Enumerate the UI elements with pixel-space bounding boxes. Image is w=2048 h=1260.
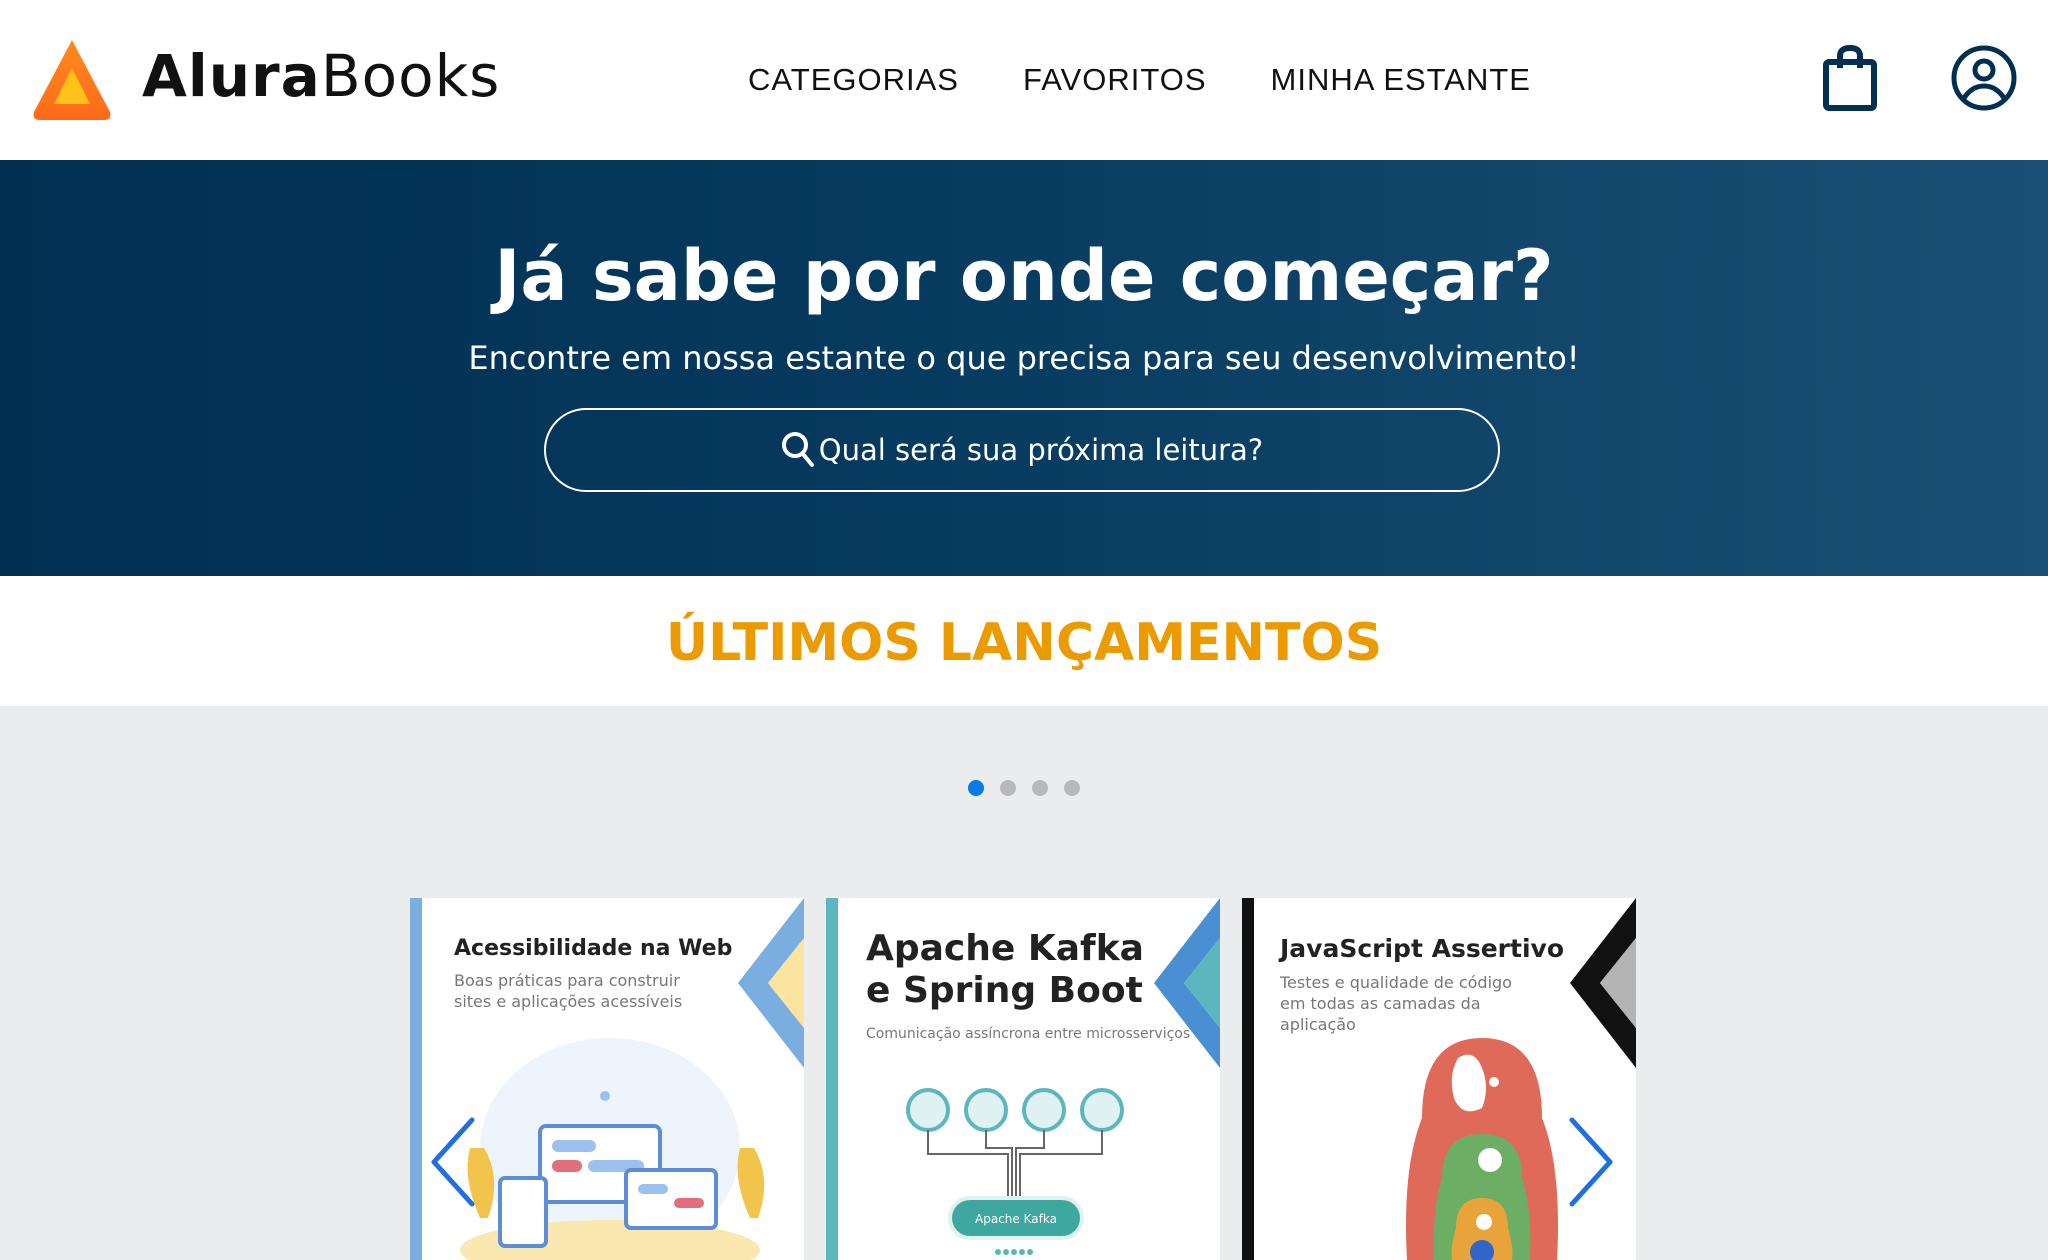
book-subtitle-line-2: em todas as camadas da aplicação — [1280, 994, 1481, 1034]
carousel-dot-1[interactable] — [968, 780, 984, 796]
book-title-line-1: Apache Kafka — [866, 928, 1144, 969]
brand-primary: Alura — [142, 42, 321, 110]
book-subtitle: Testes e qualidade de código em todas as… — [1280, 972, 1560, 1035]
search-icon — [781, 432, 814, 467]
carousel-pagination — [968, 780, 1080, 796]
book-title: JavaScript Assertivo — [1280, 934, 1564, 963]
nav-categorias[interactable]: CATEGORIAS — [748, 58, 959, 102]
book-subtitle: Comunicação assíncrona entre microsservi… — [866, 1026, 1191, 1042]
hero-banner: Já sabe por onde começar? Encontre em no… — [0, 160, 2048, 576]
brand-name[interactable]: AluraBooks — [142, 36, 500, 116]
book-title-line-2: e Spring Boot — [866, 970, 1143, 1011]
user-account-icon[interactable] — [1950, 44, 2018, 112]
search-input[interactable]: Qual será sua próxima leitura? — [544, 408, 1500, 492]
nav-minha-estante[interactable]: MINHA ESTANTE — [1271, 58, 1531, 102]
carousel-dot-3[interactable] — [1032, 780, 1048, 796]
book-subtitle-line-1: Testes e qualidade de código — [1280, 973, 1512, 992]
carousel-dot-4[interactable] — [1064, 780, 1080, 796]
accessibility-illustration — [460, 1038, 765, 1260]
hero-title: Já sabe por onde começar? — [494, 235, 1554, 317]
brand-secondary: Books — [320, 42, 501, 110]
releases-header: ÚLTIMOS LANÇAMENTOS — [0, 576, 2048, 706]
carousel-dot-2[interactable] — [1000, 780, 1016, 796]
book-subtitle: Boas práticas para construir sites e apl… — [454, 971, 683, 1011]
alurabooks-logo-icon[interactable] — [32, 38, 112, 122]
kafka-diagram-illustration: Apache Kafka — [906, 1088, 1124, 1255]
kafka-diagram-label: Apache Kafka — [975, 1212, 1057, 1226]
carousel-next-arrow-icon[interactable] — [1562, 1114, 1618, 1210]
main-nav: CATEGORIAS FAVORITOS MINHA ESTANTE — [748, 58, 1531, 102]
book-title: Apache Kafka e Spring Boot — [866, 928, 1144, 1012]
search-placeholder: Qual será sua próxima leitura? — [818, 433, 1264, 467]
book-card-kafka[interactable]: Apache Kafka e Spring Boot Comunicação a… — [826, 898, 1220, 1260]
book-carousel: Acessibilidade na Web Boas práticas para… — [0, 706, 2048, 1260]
book-spine-stripe — [1242, 898, 1254, 1260]
releases-title: ÚLTIMOS LANÇAMENTOS — [665, 613, 1383, 673]
book-spine-stripe — [410, 898, 422, 1260]
hero-subtitle: Encontre em nossa estante o que precisa … — [468, 339, 1580, 377]
book-spine-stripe — [826, 898, 838, 1260]
nav-favoritos[interactable]: FAVORITOS — [1023, 58, 1207, 102]
header: AluraBooks CATEGORIAS FAVORITOS MINHA ES… — [0, 0, 2048, 160]
book-title: Acessibilidade na Web — [454, 936, 733, 961]
cover-corner-decoration — [1570, 898, 1636, 1068]
shopping-bag-icon[interactable] — [1822, 44, 1878, 112]
carousel-prev-arrow-icon[interactable] — [426, 1114, 482, 1210]
nesting-doll-illustration — [1406, 1038, 1558, 1260]
